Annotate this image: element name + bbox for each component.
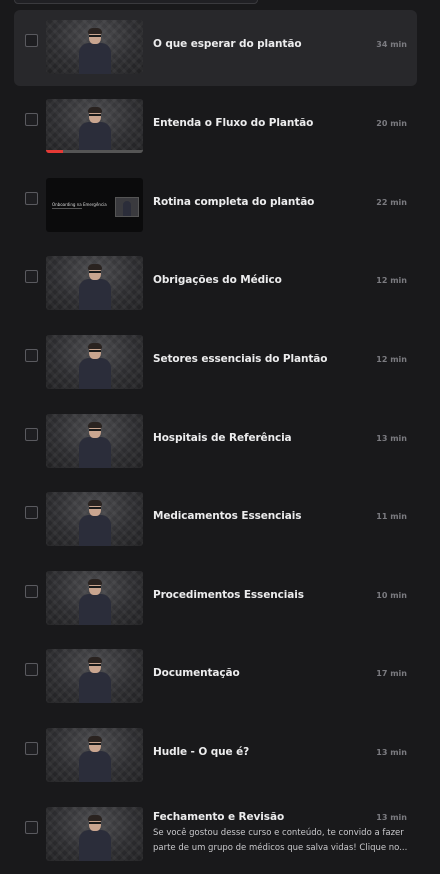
lesson-item[interactable]: Medicamentos Essenciais 11 min	[14, 482, 417, 558]
lesson-title[interactable]: Rotina completa do plantão	[153, 196, 314, 208]
lesson-item[interactable]: Obrigações do Médico 12 min	[14, 246, 417, 322]
lesson-thumbnail[interactable]	[46, 649, 143, 703]
lesson-thumbnail[interactable]	[46, 256, 143, 310]
lesson-item[interactable]: Entenda o Fluxo do Plantão 20 min	[14, 89, 417, 165]
lesson-title[interactable]: Hospitais de Referência	[153, 432, 292, 444]
presenter-figure	[75, 28, 115, 74]
lesson-title[interactable]: O que esperar do plantão	[153, 38, 302, 50]
watch-progress-bar	[46, 150, 143, 153]
lesson-title[interactable]: Entenda o Fluxo do Plantão	[153, 117, 313, 129]
lesson-thumbnail[interactable]	[46, 807, 143, 861]
lesson-duration: 17 min	[376, 669, 407, 678]
lesson-item[interactable]: O que esperar do plantão 34 min	[14, 10, 417, 86]
lesson-thumbnail[interactable]: Onboarding na Emergência	[46, 178, 143, 232]
lesson-checkbox[interactable]	[25, 585, 38, 598]
slide-subtitle-line	[52, 208, 82, 209]
lesson-duration: 13 min	[376, 434, 407, 443]
lesson-checkbox[interactable]	[25, 428, 38, 441]
lesson-item[interactable]: Fechamento e Revisão 13 min Se você gost…	[14, 797, 417, 873]
watch-progress-fill	[46, 150, 64, 153]
lesson-duration: 13 min	[376, 748, 407, 757]
lesson-duration: 11 min	[376, 512, 407, 521]
presenter-figure	[75, 657, 115, 703]
lesson-thumbnail[interactable]	[46, 414, 143, 468]
lesson-title[interactable]: Medicamentos Essenciais	[153, 510, 302, 522]
presenter-figure	[75, 422, 115, 468]
lesson-thumbnail[interactable]	[46, 571, 143, 625]
search-bar-edge[interactable]	[14, 0, 258, 4]
lesson-item[interactable]: Hospitais de Referência 13 min	[14, 404, 417, 480]
lesson-duration: 10 min	[376, 591, 407, 600]
lesson-checkbox[interactable]	[25, 506, 38, 519]
lesson-title[interactable]: Hudle - O que é?	[153, 746, 249, 758]
lesson-thumbnail[interactable]	[46, 99, 143, 153]
lesson-item[interactable]: Onboarding na Emergência Rotina completa…	[14, 168, 417, 244]
lesson-item[interactable]: Documentação 17 min	[14, 639, 417, 715]
lesson-thumbnail[interactable]	[46, 20, 143, 74]
lesson-checkbox[interactable]	[25, 113, 38, 126]
lesson-checkbox[interactable]	[25, 349, 38, 362]
lesson-checkbox[interactable]	[25, 192, 38, 205]
lesson-item[interactable]: Hudle - O que é? 13 min	[14, 718, 417, 794]
lesson-duration: 34 min	[376, 40, 407, 49]
lesson-title[interactable]: Documentação	[153, 667, 240, 679]
lesson-duration: 12 min	[376, 355, 407, 364]
lesson-title[interactable]: Obrigações do Médico	[153, 274, 282, 286]
lesson-duration: 20 min	[376, 119, 407, 128]
lesson-duration: 12 min	[376, 276, 407, 285]
lesson-checkbox[interactable]	[25, 663, 38, 676]
lesson-item[interactable]: Setores essenciais do Plantão 12 min	[14, 325, 417, 401]
lesson-checkbox[interactable]	[25, 821, 38, 834]
lesson-duration: 13 min	[376, 813, 407, 822]
lesson-title[interactable]: Fechamento e Revisão	[153, 811, 284, 823]
presenter-figure	[75, 736, 115, 782]
lesson-thumbnail[interactable]	[46, 492, 143, 546]
lesson-title[interactable]: Setores essenciais do Plantão	[153, 353, 328, 365]
presenter-figure	[75, 107, 115, 153]
lesson-description: Se você gostou desse curso e conteúdo, t…	[153, 828, 408, 853]
presenter-figure	[75, 579, 115, 625]
lesson-item[interactable]: Procedimentos Essenciais 10 min	[14, 561, 417, 637]
presenter-figure	[75, 343, 115, 389]
slide-title: Onboarding na Emergência	[52, 202, 107, 207]
lesson-checkbox[interactable]	[25, 270, 38, 283]
lesson-checkbox[interactable]	[25, 742, 38, 755]
presenter-figure	[75, 500, 115, 546]
lesson-title[interactable]: Procedimentos Essenciais	[153, 589, 304, 601]
lesson-thumbnail[interactable]	[46, 335, 143, 389]
presenter-figure	[75, 815, 115, 861]
presenter-pip	[115, 197, 139, 217]
lesson-checkbox[interactable]	[25, 34, 38, 47]
lesson-thumbnail[interactable]	[46, 728, 143, 782]
presenter-figure	[75, 264, 115, 310]
lesson-duration: 22 min	[376, 198, 407, 207]
